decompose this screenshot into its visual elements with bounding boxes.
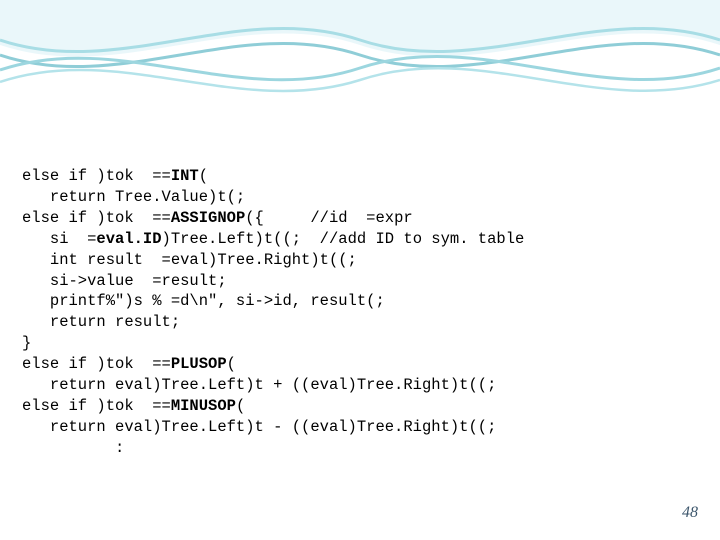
code-line: return eval)Tree.Left)t + ((eval)Tree.Ri…	[22, 376, 496, 394]
code-line: printf%")s % =d\n", si->id, result(;	[22, 292, 385, 310]
decorative-wave	[0, 0, 720, 120]
code-line: return Tree.Value)t(;	[22, 188, 245, 206]
code-line: else if )tok ==MINUSOP(	[22, 397, 245, 415]
code-line: return eval)Tree.Left)t - ((eval)Tree.Ri…	[22, 418, 496, 436]
page-number: 48	[682, 504, 698, 522]
code-line: int result =eval)Tree.Right)t((;	[22, 251, 357, 269]
code-line: :	[22, 439, 124, 457]
code-line: si =eval.ID)Tree.Left)t((; //add ID to s…	[22, 230, 524, 248]
code-line: }	[22, 334, 31, 352]
code-line: si->value =result;	[22, 272, 227, 290]
code-block: else if )tok ==INT( return Tree.Value)t(…	[22, 145, 524, 459]
code-line: return result;	[22, 313, 180, 331]
code-line: else if )tok ==INT(	[22, 167, 208, 185]
code-line: else if )tok ==ASSIGNOP({ //id =expr	[22, 209, 413, 227]
code-line: else if )tok ==PLUSOP(	[22, 355, 236, 373]
